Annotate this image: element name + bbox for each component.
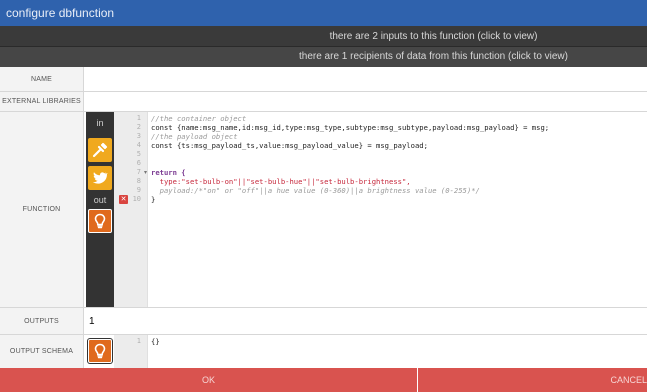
line-number: 1 — [136, 337, 141, 345]
line-number-gutter: 1 2 3 4 5 6 7 ▾ 8 9 ✕ 10 — [114, 112, 148, 307]
outputs-row: OUTPUTS — [0, 308, 647, 335]
name-row: NAME — [0, 67, 647, 92]
line-number: 4 — [136, 141, 141, 149]
code-line: } — [151, 195, 156, 204]
light-bulb-icon[interactable] — [88, 339, 112, 363]
recipients-info-bar[interactable]: there are 1 recipients of data from this… — [0, 47, 647, 67]
output-schema-label: OUTPUT SCHEMA — [0, 335, 84, 368]
code-line: const {name:msg_name,id:msg_id,type:msg_… — [151, 123, 550, 132]
line-number: 3 — [136, 132, 141, 140]
code-line: const {ts:msg_payload_ts,value:msg_paylo… — [151, 141, 428, 150]
fold-arrow-icon[interactable]: ▾ — [144, 169, 147, 176]
name-label: NAME — [0, 67, 84, 91]
line-number: 9 — [136, 186, 141, 194]
function-code-editor[interactable]: //the container object const {name:msg_n… — [149, 112, 647, 307]
line-number: 6 — [136, 159, 141, 167]
code-line: //the container object — [151, 114, 247, 123]
code-line: payload:/*"on" or "off"||a hue value (0-… — [151, 186, 480, 195]
external-libraries-input[interactable] — [85, 92, 647, 111]
schema-port-column — [86, 335, 114, 368]
output-schema-row: OUTPUT SCHEMA 1 {} — [0, 335, 647, 368]
ports-column: in out — [86, 112, 114, 307]
code-line: {} — [151, 337, 160, 346]
function-row: FUNCTION in out 1 2 3 4 5 6 7 ▾ 8 9 ✕ 10… — [0, 112, 647, 308]
line-number: 5 — [136, 150, 141, 158]
ok-button[interactable]: OK — [0, 368, 417, 392]
code-line: //the payload object — [151, 132, 238, 141]
code-line: return { — [151, 168, 186, 177]
schema-line-number-gutter: 1 — [114, 335, 148, 368]
external-libraries-label: EXTERNAL LIBRARIES — [0, 92, 84, 111]
line-number: 7 — [136, 168, 141, 176]
outputs-input[interactable] — [85, 308, 647, 334]
inputs-info-bar[interactable]: there are 2 inputs to this function (cli… — [0, 26, 647, 47]
line-number: 1 — [136, 114, 141, 122]
function-label: FUNCTION — [0, 112, 84, 307]
dialog-title: configure dbfunction — [0, 0, 647, 26]
output-schema-editor[interactable]: {} — [149, 335, 647, 368]
line-number: 10 — [132, 195, 141, 203]
line-number: 8 — [136, 177, 141, 185]
line-number: 2 — [136, 123, 141, 131]
in-label: in — [96, 118, 104, 128]
light-bulb-icon[interactable] — [88, 209, 112, 233]
code-line: type:"set-bulb-on"||"set-bulb-hue"||"set… — [151, 177, 411, 186]
out-label: out — [93, 195, 107, 205]
error-icon: ✕ — [119, 195, 128, 204]
philips-hue-icon[interactable] — [88, 138, 112, 162]
name-input[interactable] — [85, 67, 647, 91]
twitter-icon[interactable] — [88, 166, 112, 190]
outputs-label: OUTPUTS — [0, 308, 84, 334]
cancel-button[interactable]: CANCEL — [418, 368, 647, 392]
external-libraries-row: EXTERNAL LIBRARIES — [0, 92, 647, 112]
